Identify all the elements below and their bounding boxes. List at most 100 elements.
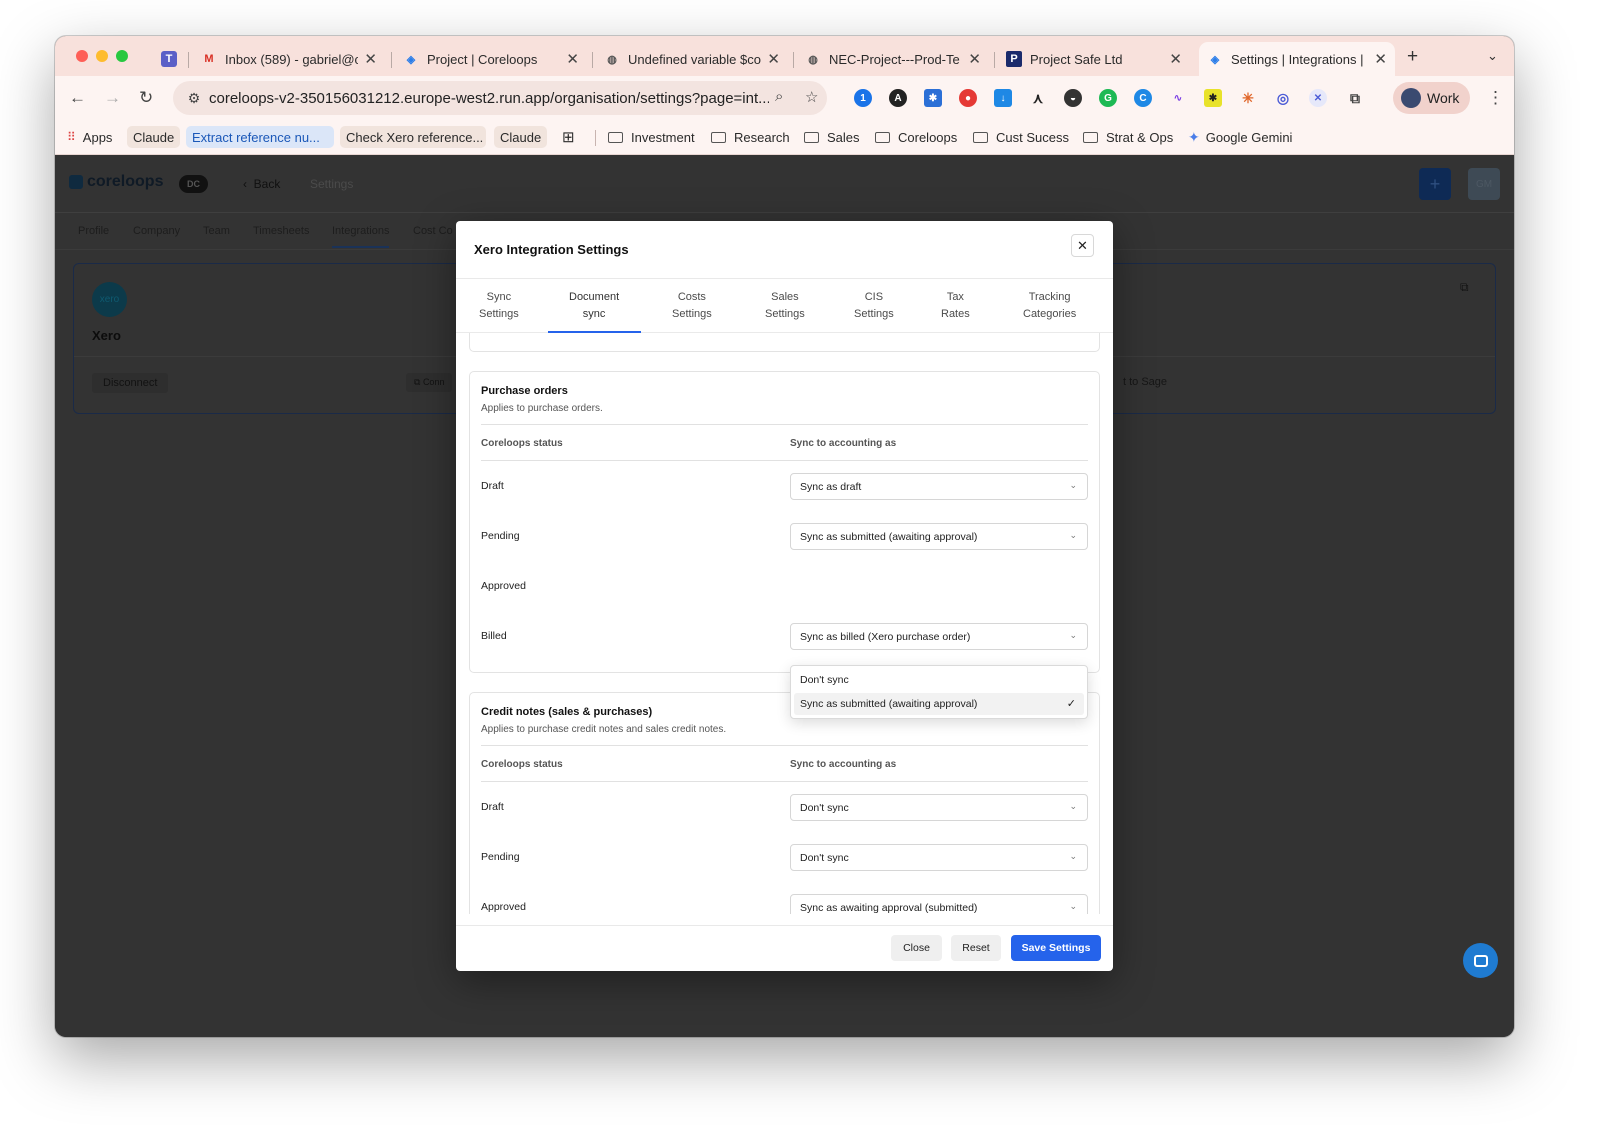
reload-icon[interactable]: ↻ [139, 88, 153, 108]
url-text[interactable]: coreloops-v2-350156031212.europe-west2.r… [209, 90, 769, 107]
tab-integrations[interactable]: Integrations [332, 225, 390, 248]
bookmark-folder-strat-ops[interactable]: Strat & Ops [1083, 126, 1173, 148]
tab-project-safe[interactable]: P Project Safe Ltd ✕ [998, 42, 1190, 76]
extension-icon[interactable]: ◎ [1274, 89, 1292, 107]
close-tab-icon[interactable]: ✕ [968, 50, 981, 68]
add-button[interactable]: + [1419, 168, 1451, 200]
password-manager-icon[interactable]: 1 [854, 89, 872, 107]
org-badge[interactable]: DC [179, 175, 208, 193]
bookmark-extract-reference[interactable]: Extract reference nu... [186, 126, 334, 148]
globe-icon: ◍ [808, 53, 818, 66]
tab-profile[interactable]: Profile [78, 225, 109, 237]
close-button[interactable]: Close [891, 935, 942, 961]
close-window-button[interactable] [76, 50, 88, 62]
draft-sync-select[interactable]: Sync as draft ⌄ [790, 473, 1088, 500]
reset-button[interactable]: Reset [951, 935, 1001, 961]
extension-icon[interactable]: G [1099, 89, 1117, 107]
credit-draft-sync-select[interactable]: Don't sync ⌄ [790, 794, 1088, 821]
bookmark-folder-research[interactable]: Research [711, 126, 790, 148]
disconnect-button[interactable]: Disconnect [92, 373, 169, 393]
profile-button[interactable]: Work [1393, 82, 1470, 114]
tab-undefined-variable[interactable]: ◍ Undefined variable $co ✕ [596, 42, 788, 76]
coreloops-logo[interactable]: coreloops [69, 173, 163, 191]
chat-icon [1473, 954, 1488, 967]
sage-link[interactable]: t to Sage [1123, 376, 1167, 388]
bookmark-label: Check Xero reference... [346, 129, 484, 145]
extension-icon[interactable]: ⋏ [1029, 89, 1047, 107]
extension-icon[interactable]: ● [959, 89, 977, 107]
search-icon[interactable]: ⌕ [775, 88, 783, 105]
chat-support-button[interactable] [1463, 943, 1498, 978]
tab-groups-icon[interactable]: ⊞ [562, 126, 575, 148]
bookmark-star-icon[interactable]: ☆ [805, 88, 818, 106]
user-avatar[interactable]: GM [1468, 168, 1500, 200]
back-arrow-icon[interactable]: ← [69, 88, 86, 108]
close-icon[interactable]: ✕ [1071, 234, 1094, 257]
bookmark-apps[interactable]: ⠿ Apps [67, 126, 112, 148]
bookmark-folder-cust-sucess[interactable]: Cust Sucess [973, 126, 1069, 148]
extension-icon[interactable]: ✱ [1204, 89, 1222, 107]
tab-settings-integrations[interactable]: ◈ Settings | Integrations | ✕ [1199, 42, 1395, 76]
bookmark-claude[interactable]: Claude [127, 126, 181, 148]
tab-gmail[interactable]: M Inbox (589) - gabriel@c ✕ [193, 42, 385, 76]
pending-sync-select[interactable]: Sync as submitted (awaiting approval) ⌄ [790, 523, 1088, 550]
tab-label-line: Sales [771, 291, 799, 303]
extension-icon[interactable]: ◒ [1064, 89, 1082, 107]
teams-tab[interactable]: T [153, 42, 183, 76]
tab-sync-settings[interactable]: Sync Settings [479, 289, 519, 323]
tab-nec-project[interactable]: ◍ NEC-Project---Prod-Te ✕ [797, 42, 989, 76]
tab-document-sync[interactable]: Document sync [569, 289, 619, 323]
new-tab-button[interactable]: + [1407, 46, 1418, 68]
tab-costs-settings[interactable]: Costs Settings [672, 289, 712, 323]
maximize-window-button[interactable] [116, 50, 128, 62]
tab-label-line: CIS [864, 291, 884, 303]
extension-icon[interactable]: ✱ [924, 89, 942, 107]
bookmark-folder-sales[interactable]: Sales [804, 126, 860, 148]
tab-company[interactable]: Company [133, 225, 180, 237]
credit-approved-sync-select[interactable]: Sync as awaiting approval (submitted) ⌄ [790, 894, 1088, 914]
folder-icon [608, 131, 623, 143]
tab-timesheets[interactable]: Timesheets [253, 225, 309, 237]
bookmark-folder-investment[interactable]: Investment [608, 126, 695, 148]
forward-arrow-icon[interactable]: → [104, 88, 121, 108]
extensions-puzzle-icon[interactable]: ⧉ [1346, 89, 1364, 107]
tab-team[interactable]: Team [203, 225, 230, 237]
tab-tracking-categories[interactable]: Tracking Categories [1023, 289, 1076, 323]
download-icon[interactable]: ↓ [994, 89, 1012, 107]
modal-scroll-area[interactable]: Purchase orders Applies to purchase orde… [456, 333, 1113, 914]
bookmark-google-gemini[interactable]: ✦ Google Gemini [1188, 126, 1292, 148]
save-settings-button[interactable]: Save Settings [1011, 935, 1101, 961]
credit-pending-sync-select[interactable]: Don't sync ⌄ [790, 844, 1088, 871]
close-tab-icon[interactable]: ✕ [566, 50, 579, 68]
tab-tax-rates[interactable]: Tax Rates [941, 289, 970, 323]
site-settings-icon[interactable]: ⚙ [179, 90, 209, 107]
close-tab-icon[interactable]: ✕ [767, 50, 780, 68]
billed-sync-select[interactable]: Sync as billed (Xero purchase order) ⌄ [790, 623, 1088, 650]
extension-icon[interactable]: ✳ [1239, 89, 1257, 107]
tab-cost-codes[interactable]: Cost Co [413, 225, 453, 237]
folder-icon [1083, 131, 1098, 143]
connect-button[interactable]: ⧉ Conn [406, 373, 453, 392]
tab-sales-settings[interactable]: Sales Settings [765, 289, 805, 323]
tab-search-chevron-icon[interactable]: ⌄ [1487, 48, 1498, 64]
browser-menu-icon[interactable]: ⋮ [1487, 88, 1504, 108]
close-tab-icon[interactable]: ✕ [1374, 50, 1387, 68]
tab-cis-settings[interactable]: CIS Settings [854, 289, 894, 323]
extension-icon[interactable]: ∿ [1169, 89, 1187, 107]
extension-icon[interactable]: ✕ [1309, 89, 1327, 107]
close-tab-icon[interactable]: ✕ [364, 50, 377, 68]
extension-icon[interactable]: A [889, 89, 907, 107]
bookmark-check-xero[interactable]: Check Xero reference... [340, 126, 486, 148]
external-link-icon[interactable]: ⧉ [1460, 280, 1469, 295]
minimize-window-button[interactable] [96, 50, 108, 62]
tab-project-coreloops[interactable]: ◈ Project | Coreloops ✕ [395, 42, 587, 76]
address-bar[interactable]: ⚙ coreloops-v2-350156031212.europe-west2… [173, 81, 827, 115]
bookmark-folder-coreloops[interactable]: Coreloops [875, 126, 957, 148]
dropdown-option-sync-submitted[interactable]: Sync as submitted (awaiting approval) ✓ [794, 693, 1084, 715]
close-tab-icon[interactable]: ✕ [1169, 50, 1182, 68]
option-label: Sync as submitted (awaiting approval) [800, 698, 978, 710]
dropdown-option-dont-sync[interactable]: Don't sync [794, 669, 1084, 691]
extension-icon[interactable]: C [1134, 89, 1152, 107]
back-link[interactable]: ‹ Back [243, 177, 280, 191]
bookmark-claude-2[interactable]: Claude [494, 126, 548, 148]
